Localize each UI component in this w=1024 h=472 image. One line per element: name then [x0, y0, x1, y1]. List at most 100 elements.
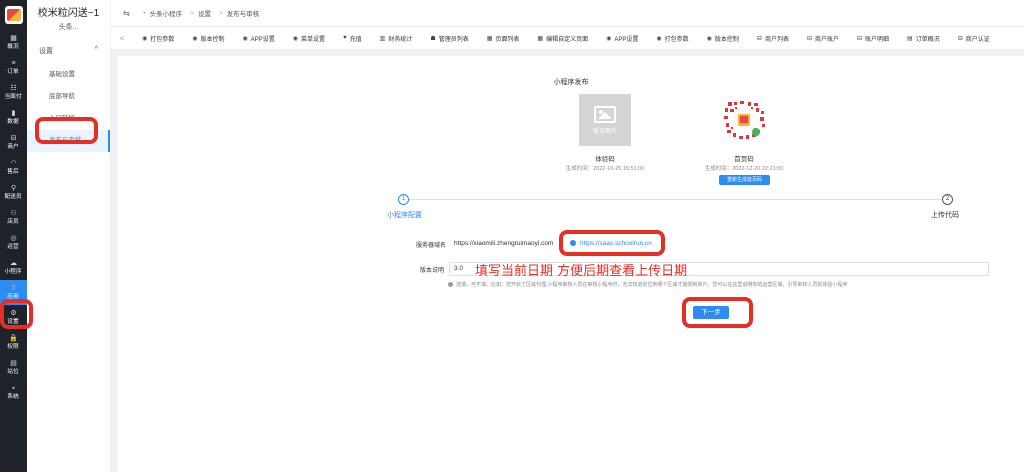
info-icon [448, 282, 453, 287]
top-bar: ⇆ ◔ 头条小程序 > 设置 > 发布与审核 [111, 0, 1024, 27]
tab-label: 订单概况 [915, 36, 940, 43]
highlight-next-button [682, 297, 753, 328]
rail-item-label: 权限 [7, 343, 20, 350]
rail-item-label: 系统 [7, 393, 20, 400]
quick-tab[interactable]: ▦ 页面列表 [478, 27, 529, 49]
annotation-text: 填写当前日期 方便后期查看上传日期 [475, 264, 688, 279]
breadcrumb-item: 发布与审核 [226, 11, 260, 18]
tab-label: 菜单设置 [301, 36, 326, 43]
step-2-indicator: 2 [942, 194, 953, 205]
tab-label: 版本控制 [714, 36, 739, 43]
rail-item-label: 数据 [7, 118, 20, 125]
quick-tab[interactable]: ⊟ 账户明细 [848, 27, 898, 49]
breadcrumb-item[interactable]: 头条小程序 [150, 8, 183, 18]
quick-tabs: < ◉ 打包参数 ◉ 版本控制 ◉ APP设置 ◉ 菜单设置 ♥ 充值 ▥ 财务统计 ☗ 管理员列表 ▦ 页面… [111, 27, 1024, 50]
quick-tab[interactable]: ⊟ 商户账户 [798, 27, 848, 49]
tab-label: 版本控制 [200, 36, 225, 43]
rail-item-label: 当面付 [4, 93, 23, 100]
rail-icon: ▤ [10, 359, 17, 367]
image-placeholder-icon [594, 105, 616, 123]
tab-icon: ▤ [907, 35, 913, 42]
rail-item-label: 店员 [7, 218, 20, 225]
rail-item[interactable]: ⚇ 店员 [0, 205, 27, 230]
quick-tab[interactable]: ♥ 充值 [334, 27, 371, 49]
tiktok-icon: ◔ [141, 9, 146, 17]
tab-label: 商户账户 [814, 36, 839, 43]
breadcrumb-separator: > [190, 9, 194, 17]
tab-icon: ▥ [379, 35, 386, 42]
rail-item[interactable]: ◎ 运营 [0, 230, 27, 255]
rail-item[interactable]: ▮ 数据 [0, 105, 27, 130]
tab-label: 商户列表 [764, 36, 789, 43]
sidebar-group-settings[interactable]: 设置 ^ [27, 46, 110, 56]
sidebar-item-basic-settings[interactable]: 基础设置 [27, 64, 110, 86]
highlight-sidebar-publish [35, 117, 98, 144]
chevron-up-icon: ^ [94, 46, 98, 53]
rail-icon: ⁞⁞ [11, 284, 16, 292]
rail-item[interactable]: ⊟ 商户 [0, 130, 27, 155]
quick-tab[interactable]: ◉ 版本控制 [183, 27, 233, 49]
tab-label: 页面列表 [495, 36, 520, 43]
quick-tab[interactable]: ◉ 打包参数 [133, 27, 183, 49]
main-nav-rail: ▦ 概况 ≡ 订单 ☷ 当面付 ▮ 数据 ⊟ 商户 ◠ 售后 ⚲ 配送员 ⚇ 店员 ◎ 运营 ☁ 小程序 ⁞⁞ 应用 ⚙ 设置… [0, 0, 27, 472]
rail-item[interactable]: ▪ 系统 [0, 380, 27, 405]
rail-item[interactable]: ☁ 小程序 [0, 255, 27, 280]
chevron-left-icon[interactable]: < [111, 34, 133, 43]
home-qr-label: 首页码 [734, 156, 754, 163]
tab-label: 财务统计 [388, 36, 413, 43]
rail-item[interactable]: ≡ 订单 [0, 55, 27, 80]
tab-label: 账户明细 [865, 36, 890, 43]
quick-tab[interactable]: ◉ APP设置 [597, 27, 647, 49]
home-qr-code [718, 94, 770, 146]
trial-qr-time: 生成时间：2022-10-25 15:51:00 [565, 166, 645, 172]
rail-item-label: 售后 [7, 168, 20, 175]
tab-icon: ⊟ [957, 35, 963, 42]
highlight-rail-apps [0, 299, 33, 329]
rail-icon: ▮ [11, 109, 16, 117]
domain-value: https://xiaomili.zhengruimaoyi.com [454, 240, 554, 247]
rail-item-label: 概况 [7, 43, 20, 50]
rail-item[interactable]: ⚲ 配送员 [0, 180, 27, 205]
rail-item-label: 站位 [7, 368, 20, 375]
rail-item-label: 商户 [7, 143, 20, 150]
tab-icon: ◉ [192, 35, 198, 42]
rail-icon: ☷ [10, 84, 17, 92]
quick-tab[interactable]: ☗ 管理员列表 [421, 27, 477, 49]
tab-label: 商户认证 [965, 36, 990, 43]
rail-item[interactable]: 🔒 权限 [0, 330, 27, 355]
tab-icon: ⊟ [806, 35, 812, 42]
tab-icon: ◉ [142, 35, 148, 42]
quick-tab[interactable]: ◉ APP设置 [234, 27, 284, 49]
quick-tab[interactable]: ◉ 打包参数 [647, 27, 697, 49]
tab-icon: ▦ [537, 35, 544, 42]
quick-tab[interactable]: ◉ 版本控制 [698, 27, 748, 49]
quick-tab[interactable]: ⊟ 商户列表 [748, 27, 798, 49]
tab-icon: ◉ [706, 35, 712, 42]
rail-item[interactable]: ▦ 概况 [0, 30, 27, 55]
sidebar-toggle-icon[interactable]: ⇆ [123, 9, 130, 18]
quick-tab[interactable]: ▦ 编辑自定义页面 [528, 27, 597, 49]
quick-tab[interactable]: ▥ 财务统计 [371, 27, 422, 49]
breadcrumb-separator: > [218, 9, 223, 17]
rail-item[interactable]: ◠ 售后 [0, 155, 27, 180]
tab-label: 编辑自定义页面 [546, 36, 589, 43]
tab-icon: ◉ [292, 35, 299, 42]
placeholder-text: 暂无图片 [592, 128, 617, 135]
rail-icon: ⊟ [10, 134, 17, 142]
step-1-label: 小程序配置 [387, 212, 422, 219]
version-label: 版本说明 [419, 268, 444, 274]
secondary-sidebar: 校米粒闪送~1 头条... 设置 ^ 基础设置 底部导航 入口链接 发布与审核 [27, 0, 111, 472]
sidebar-item-bottom-nav[interactable]: 底部导航 [27, 86, 110, 108]
breadcrumb-item[interactable]: 设置 [198, 8, 211, 18]
quick-tab[interactable]: ⊟ 商户认证 [949, 27, 999, 49]
tab-icon: ♥ [343, 35, 347, 41]
tab-icon: ☗ [430, 35, 436, 42]
shop-subtitle: 头条... [58, 24, 79, 31]
tab-label: 充值 [349, 36, 362, 43]
quick-tab[interactable]: ▤ 订单概况 [898, 27, 949, 49]
regenerate-home-qr-button[interactable]: 重新生成首页码 [719, 175, 770, 185]
rail-item[interactable]: ☷ 当面付 [0, 80, 27, 105]
quick-tab[interactable]: ◉ 菜单设置 [284, 27, 334, 49]
rail-item[interactable]: ▤ 站位 [0, 355, 27, 380]
step-1-indicator: 1 [398, 194, 409, 205]
